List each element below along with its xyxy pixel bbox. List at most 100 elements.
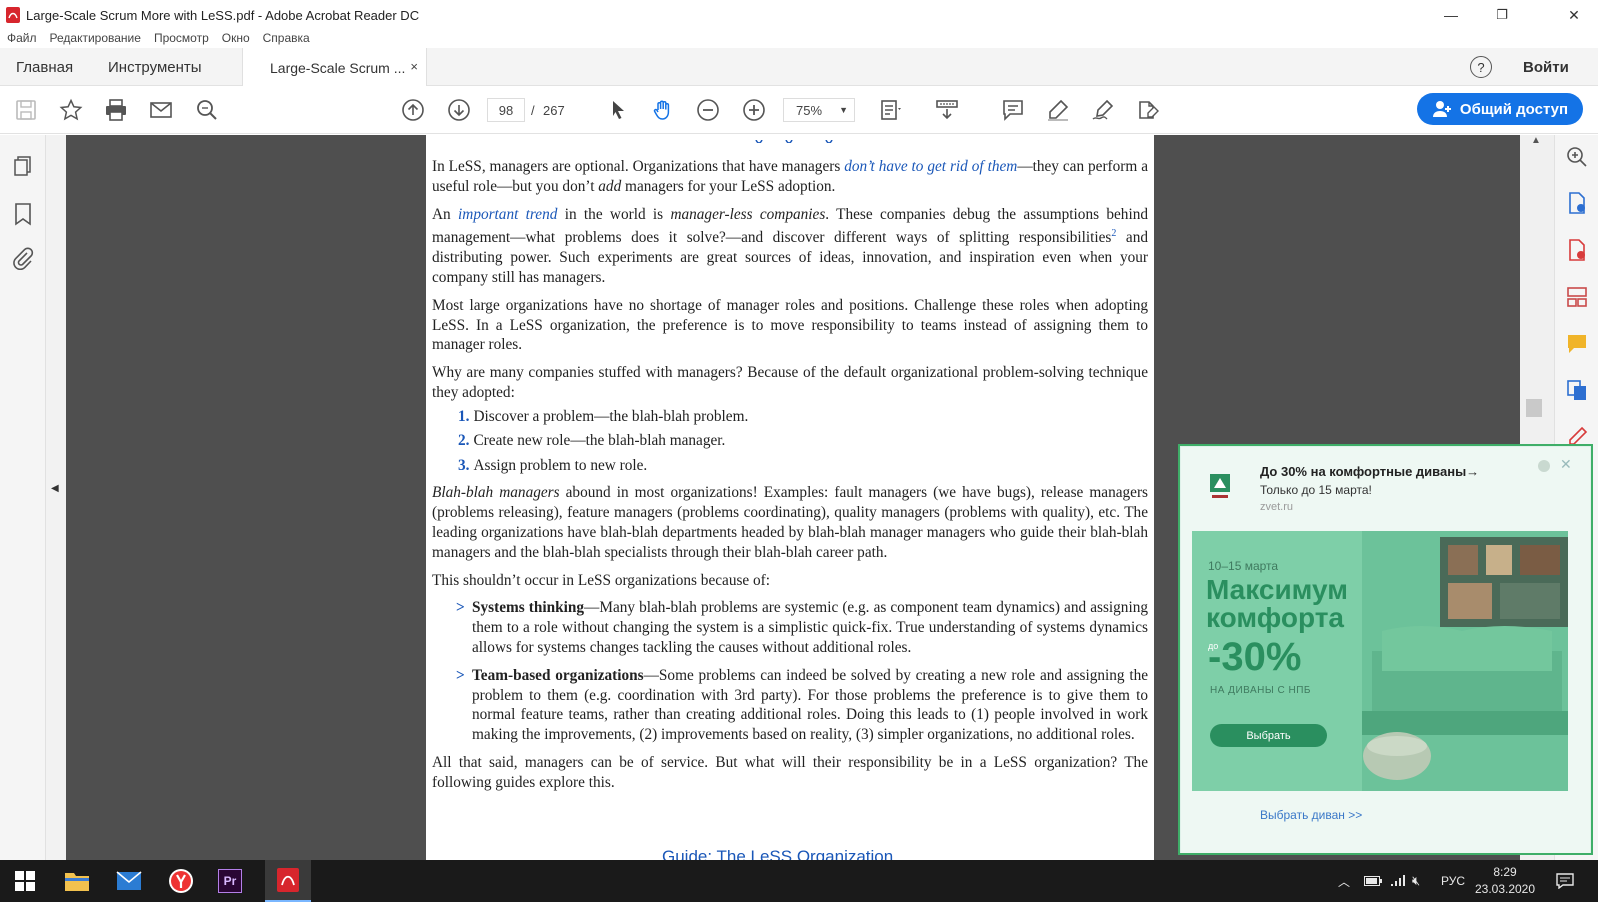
left-nav-panel: [0, 135, 46, 860]
volume-icon[interactable]: 🔇︎: [1412, 860, 1420, 902]
ad-popup[interactable]: До 30% на комфортные диваны→ Только до 1…: [1178, 444, 1593, 855]
ad-dates: 10–15 марта: [1208, 559, 1279, 573]
menu-file[interactable]: Файл: [7, 31, 37, 45]
bookmark-icon[interactable]: [12, 202, 34, 226]
menu-window[interactable]: Окно: [222, 31, 250, 45]
zoom-out-icon[interactable]: [696, 98, 720, 122]
select-tool-icon[interactable]: [606, 98, 630, 122]
ad-discount-note: НА ДИВАНЫ С НПБ: [1210, 685, 1311, 696]
toolbar: 98 / 267 75% ▼: [0, 86, 1598, 134]
taskbar-active-acrobat[interactable]: [265, 860, 311, 902]
collapse-arrow-icon[interactable]: ◀: [51, 483, 59, 494]
share-button[interactable]: Общий доступ: [1417, 93, 1583, 125]
tab-home[interactable]: Главная: [16, 48, 73, 86]
zoom-select[interactable]: 75% ▼: [783, 98, 855, 122]
pages-icon[interactable]: [12, 155, 34, 177]
tab-tools[interactable]: Инструменты: [108, 48, 202, 86]
menu-bar: Файл Редактирование Просмотр Окно Справк…: [0, 28, 1598, 48]
numbered-list: 1. Discover a problem—the blah-blah probl…: [458, 407, 1148, 476]
notifications-icon[interactable]: [1556, 860, 1574, 902]
menu-help[interactable]: Справка: [263, 31, 310, 45]
language-indicator[interactable]: РУС: [1441, 860, 1465, 902]
organize-pages-icon[interactable]: [1565, 285, 1589, 309]
sign-icon[interactable]: [1091, 98, 1115, 122]
page-number-input[interactable]: 98: [487, 98, 525, 122]
acrobat-icon: [6, 7, 20, 23]
ad-banner[interactable]: 10–15 марта Максимум комфорта до -30% НА…: [1192, 531, 1568, 791]
convert-icon[interactable]: [1565, 378, 1589, 402]
tray-chevron-icon[interactable]: ︿: [1338, 860, 1350, 902]
email-icon[interactable]: [149, 98, 173, 122]
bullet-systems-thinking: > Systems thinking—Many blah-blah proble…: [456, 599, 1148, 657]
ad-headline[interactable]: До 30% на комфортные диваны→: [1260, 464, 1479, 479]
signin-button[interactable]: Войти: [1523, 48, 1569, 86]
search-icon[interactable]: [195, 98, 219, 122]
ad-title-line1: Максимум: [1206, 574, 1348, 605]
close-tab-icon[interactable]: ×: [410, 59, 418, 74]
window-title: Large-Scale Scrum More with LeSS.pdf - A…: [26, 7, 420, 23]
fill-sign-icon[interactable]: [1136, 98, 1160, 122]
wifi-icon[interactable]: [1390, 860, 1406, 902]
battery-icon[interactable]: [1364, 860, 1382, 902]
hand-tool-icon[interactable]: [651, 98, 675, 122]
windows-start-icon[interactable]: [10, 866, 40, 896]
menu-view[interactable]: Просмотр: [154, 31, 209, 45]
ad-cta-button[interactable]: Выбрать: [1210, 724, 1327, 747]
page-total: 267: [543, 102, 565, 118]
ad-close-icon[interactable]: ✕: [1560, 456, 1572, 473]
help-icon[interactable]: ?: [1470, 56, 1492, 78]
ad-title-line2: комфорта: [1206, 602, 1344, 633]
scroll-up-arrow-icon[interactable]: ▲: [1531, 135, 1541, 146]
ad-domain[interactable]: zvet.ru: [1260, 501, 1293, 513]
next-heading: Guide: The LeSS Organization: [662, 847, 894, 860]
share-user-icon: [1432, 101, 1451, 117]
ad-link[interactable]: Выбрать диван >>: [1260, 808, 1362, 822]
close-window-button[interactable]: ✕: [1550, 0, 1598, 30]
mail-app-icon[interactable]: [114, 866, 144, 896]
clock[interactable]: 8:29 23.03.2020: [1474, 864, 1536, 900]
zoom-in-icon[interactable]: [742, 98, 766, 122]
link-important-trend[interactable]: important trend: [458, 206, 557, 223]
fit-page-icon[interactable]: [879, 98, 903, 122]
paragraph-7: All that said, managers can be of servic…: [432, 754, 1148, 791]
ad-info-icon[interactable]: [1538, 460, 1550, 472]
link-dont-get-rid[interactable]: don’t have to get rid of them: [844, 158, 1017, 175]
paragraph-5: Blah-blah managers abound in most organi…: [432, 484, 1149, 561]
ad-discount: -30%: [1208, 635, 1302, 679]
document-tab-label: Large-Scale Scrum ...: [270, 59, 406, 76]
zoom-value: 75%: [796, 102, 823, 118]
attachment-icon[interactable]: [11, 247, 35, 271]
yandex-browser-icon[interactable]: [166, 866, 196, 896]
taskbar: Pr ︿ 🔇︎ РУС 8:29 23.03.2020: [0, 860, 1598, 902]
clock-date: 23.03.2020: [1474, 882, 1536, 896]
menu-edit[interactable]: Редактирование: [50, 31, 141, 45]
paragraph-6: This shouldn’t occur in LeSS organizatio…: [432, 571, 771, 589]
zoom-panel-icon[interactable]: [1565, 145, 1589, 169]
restore-button[interactable]: ❐: [1478, 0, 1526, 30]
tab-document[interactable]: Large-Scale Scrum ... ×: [242, 48, 427, 87]
highlight-icon[interactable]: [1046, 98, 1070, 122]
chevron-down-icon: ▼: [839, 105, 848, 115]
scroll-mode-icon[interactable]: [935, 98, 959, 122]
page-up-icon[interactable]: [401, 98, 425, 122]
print-icon[interactable]: [104, 98, 128, 122]
star-icon[interactable]: [59, 98, 83, 122]
title-bar: Large-Scale Scrum More with LeSS.pdf - A…: [0, 0, 1598, 30]
save-icon[interactable]: [14, 98, 38, 122]
minimize-button[interactable]: —: [1427, 0, 1475, 30]
export-pdf-icon[interactable]: [1565, 191, 1589, 215]
create-pdf-icon[interactable]: [1565, 238, 1589, 262]
clock-time: 8:29: [1493, 865, 1517, 879]
page-separator: /: [531, 102, 535, 118]
list-item: 2. Create new role—the blah-blah manager.: [458, 432, 726, 450]
acrobat-taskbar-icon: [277, 868, 299, 892]
paragraph-2: An important trend in the world is manag…: [432, 205, 1148, 287]
left-panel-collapse-handle[interactable]: ◀: [46, 135, 66, 860]
page-down-icon[interactable]: [447, 98, 471, 122]
scrollbar-thumb[interactable]: [1526, 399, 1542, 417]
file-explorer-icon[interactable]: [62, 866, 92, 896]
paragraph-1: In LeSS, managers are optional. Organiza…: [432, 158, 1148, 195]
premiere-icon[interactable]: Pr: [218, 869, 242, 893]
comment-panel-icon[interactable]: [1565, 332, 1589, 356]
comment-icon[interactable]: [1001, 98, 1025, 122]
